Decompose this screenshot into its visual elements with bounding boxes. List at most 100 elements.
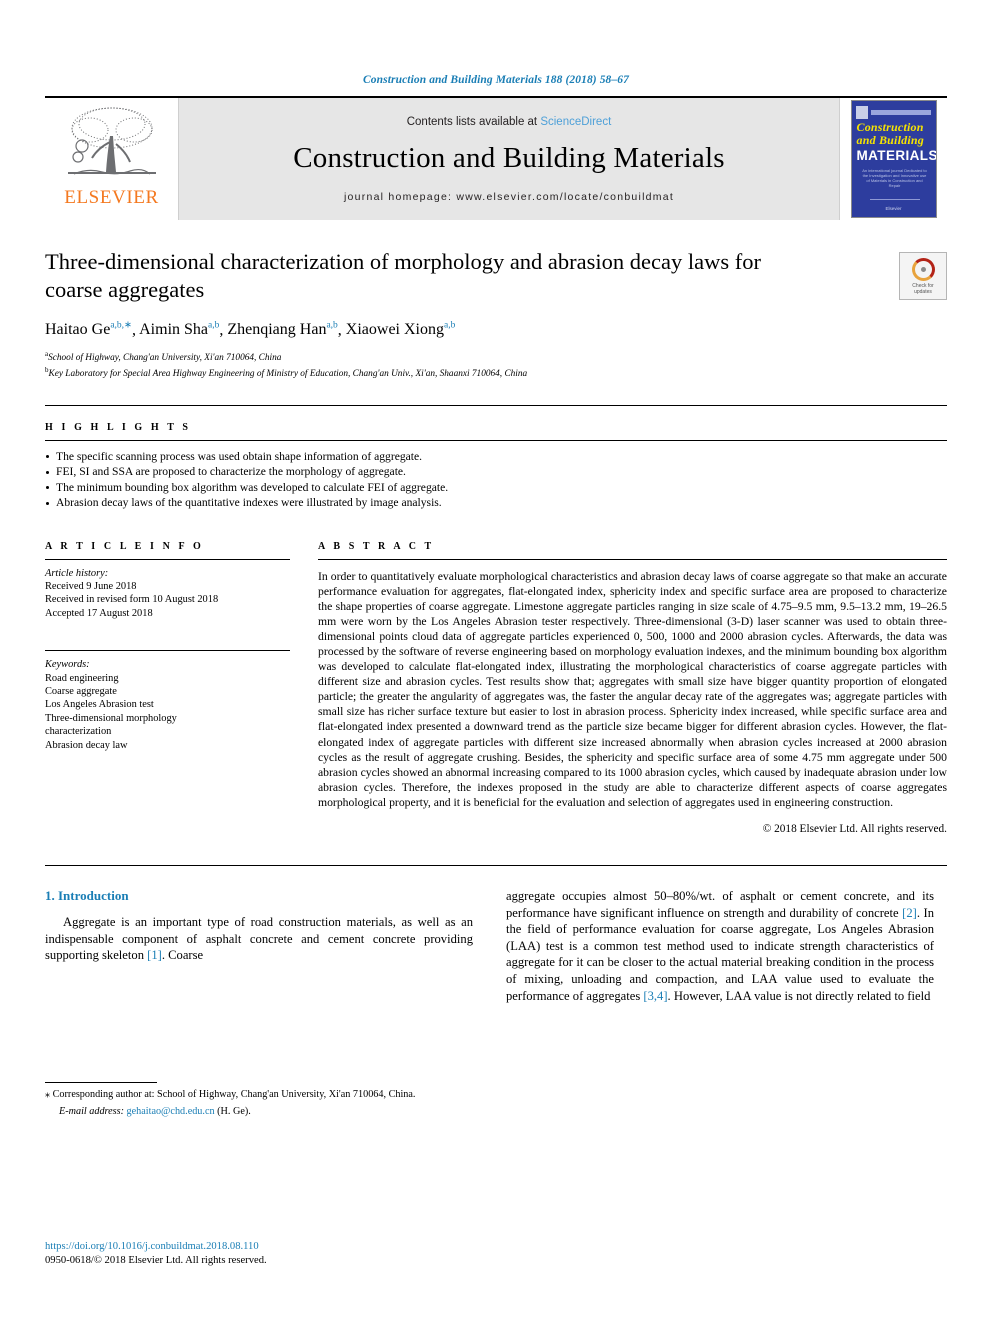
elsevier-tree-icon xyxy=(67,107,156,175)
section-title-introduction: 1. Introduction xyxy=(45,888,129,904)
doi-link[interactable]: https://doi.org/10.1016/j.conbuildmat.20… xyxy=(45,1240,267,1254)
highlights-top-rule xyxy=(45,404,947,406)
crossmark-icon xyxy=(911,257,935,281)
history-line: Received 9 June 2018 xyxy=(45,580,137,592)
abstract-rule xyxy=(318,558,947,560)
cover-top-bar xyxy=(870,110,931,115)
author: Aimin Shaa,b xyxy=(139,321,219,338)
cover-footer: Elsevier xyxy=(885,206,902,211)
cover-line2: and Building xyxy=(856,132,924,147)
right-text-3: . However, LAA value is not directly rel… xyxy=(667,988,931,1003)
abstract-label: A B S T R A C T xyxy=(318,540,435,552)
author-name: Aimin Sha xyxy=(139,321,209,339)
citation-link-3[interactable]: [3,4] xyxy=(643,989,667,1003)
history-line: Accepted 17 August 2018 xyxy=(45,607,153,619)
cover-blurb: An international journal Dedicated to th… xyxy=(862,168,927,188)
citation-link-1[interactable]: [1] xyxy=(147,948,162,962)
journal-banner: Contents lists available at ScienceDirec… xyxy=(178,98,840,220)
corresponding-author-note: ⁎ Corresponding author at: School of Hig… xyxy=(45,1088,416,1100)
affiliation-list: aSchool of Highway, Chang'an University,… xyxy=(45,349,947,380)
contents-prefix: Contents lists available at xyxy=(406,115,538,128)
list-item: The specific scanning process was used o… xyxy=(45,449,947,465)
affiliation: aSchool of Highway, Chang'an University,… xyxy=(45,349,947,365)
journal-homepage-link[interactable]: journal homepage: www.elsevier.com/locat… xyxy=(344,191,674,203)
footer-block: https://doi.org/10.1016/j.conbuildmat.20… xyxy=(45,1240,267,1268)
keywords-block: Keywords: Road engineering Coarse aggreg… xyxy=(45,658,290,752)
author-name: Xiaowei Xiong xyxy=(345,321,444,339)
author: Zhenqiang Hana,b xyxy=(227,321,337,338)
cover-line3: MATERIALS xyxy=(856,148,937,163)
abstract-column: A B S T R A C T In order to quantitative… xyxy=(318,540,947,836)
email-link[interactable]: gehaitao@chd.edu.cn xyxy=(127,1106,215,1117)
citation-link-2[interactable]: [2] xyxy=(902,906,917,920)
keyword: characterization xyxy=(45,726,112,738)
list-item: FEI, SI and SSA are proposed to characte… xyxy=(45,464,947,480)
body-right-column: aggregate occupies almost 50–80%/wt. of … xyxy=(506,888,934,1118)
running-head: Construction and Building Materials 188 … xyxy=(363,74,629,86)
intro-text-post: . Coarse xyxy=(161,948,204,963)
list-item: The minimum bounding box algorithm was d… xyxy=(45,480,947,496)
right-text-1: aggregate occupies almost 50–80%/wt. of … xyxy=(506,889,934,920)
intro-paragraph-continued: aggregate occupies almost 50–80%/wt. of … xyxy=(506,888,934,1004)
affiliation-text: Key Laboratory for Special Area Highway … xyxy=(48,369,528,380)
history-line: Received in revised form 10 August 2018 xyxy=(45,594,219,606)
article-info-column: A R T I C L E I N F O Article history: R… xyxy=(45,541,290,836)
author: Xiaowei Xionga,b xyxy=(346,321,456,338)
keywords-heading: Keywords: xyxy=(45,659,90,671)
author-name: Haitao Ge xyxy=(45,321,111,339)
article-history-heading: Article history: xyxy=(45,567,109,579)
crossmark-badge[interactable]: Check for updates xyxy=(899,252,947,300)
article-info-label: A R T I C L E I N F O xyxy=(45,540,204,552)
author-list: Haitao Gea,b,∗, Aimin Shaa,b, Zhenqiang … xyxy=(45,321,456,339)
crossmark-line2: updates xyxy=(914,288,932,295)
info-abstract-row: A R T I C L E I N F O Article history: R… xyxy=(45,540,947,836)
author-affil-marker: a,b xyxy=(326,321,338,331)
crossmark-label: Check for updates xyxy=(912,283,933,295)
journal-masthead: ELSEVIER Contents lists available at Sci… xyxy=(45,96,947,220)
sciencedirect-link[interactable]: ScienceDirect xyxy=(540,116,611,128)
paper-page: Construction and Building Materials 188 … xyxy=(0,0,992,1323)
author-name: Zhenqiang Han xyxy=(227,321,327,339)
body-top-rule xyxy=(45,865,947,867)
author-affil-marker: a,b,∗ xyxy=(110,321,132,331)
affiliation: bKey Laboratory for Special Area Highway… xyxy=(45,365,947,381)
journal-cover-image: Construction and Building MATERIALS An i… xyxy=(850,100,937,218)
email-label: E-mail address: xyxy=(59,1105,124,1117)
email-note: E-mail address: gehaitao@chd.edu.cn (H. … xyxy=(45,1105,473,1118)
intro-paragraph: Aggregate is an important type of road c… xyxy=(45,914,473,964)
affiliation-text: School of Highway, Chang'an University, … xyxy=(48,353,282,364)
abstract-copyright: © 2018 Elsevier Ltd. All rights reserved… xyxy=(762,823,947,836)
journal-cover-cell: Construction and Building MATERIALS An i… xyxy=(840,98,947,220)
email-suffix: (H. Ge). xyxy=(214,1105,251,1117)
intro-text-pre: Aggregate is an important type of road c… xyxy=(45,915,473,963)
cover-divider xyxy=(869,199,920,200)
highlights-list: The specific scanning process was used o… xyxy=(45,449,947,511)
cover-elsevier-icon xyxy=(855,106,868,119)
keyword: Los Angeles Abrasion test xyxy=(45,699,154,711)
keyword: Coarse aggregate xyxy=(45,685,117,697)
list-item: Abrasion decay laws of the quantitative … xyxy=(45,495,947,511)
abstract-text: In order to quantitatively evaluate morp… xyxy=(318,569,947,809)
author-affil-marker: a,b xyxy=(208,321,220,331)
article-history-block: Article history: Received 9 June 2018 Re… xyxy=(45,567,290,621)
body-left-column: 1. Introduction Aggregate is an importan… xyxy=(45,888,473,1118)
keywords-rule xyxy=(45,650,290,652)
highlights-label: H I G H L I G H T S xyxy=(45,421,192,433)
cover-title-line1: Construction and Building xyxy=(857,121,935,146)
keyword: Abrasion decay law xyxy=(45,739,128,751)
author: Haitao Gea,b,∗ xyxy=(45,321,132,338)
highlights-rule xyxy=(45,439,947,441)
body-columns: 1. Introduction Aggregate is an importan… xyxy=(45,888,947,1118)
article-title-block: Three-dimensional characterization of mo… xyxy=(45,248,947,381)
issn-copyright: 0950-0618/© 2018 Elsevier Ltd. All right… xyxy=(45,1255,267,1266)
contents-available-line: Contents lists available at ScienceDirec… xyxy=(407,116,612,128)
elsevier-wordmark: ELSEVIER xyxy=(64,187,159,208)
keyword: Three-dimensional morphology xyxy=(45,712,177,724)
elsevier-logo: ELSEVIER xyxy=(45,98,178,220)
journal-title: Construction and Building Materials xyxy=(293,141,725,174)
article-info-rule xyxy=(45,558,290,560)
highlights-section: H I G H L I G H T S The specific scannin… xyxy=(45,422,947,511)
footnote-rule xyxy=(45,1081,157,1083)
page-title: Three-dimensional characterization of mo… xyxy=(45,249,761,302)
author-affil-marker: a,b xyxy=(443,321,456,331)
